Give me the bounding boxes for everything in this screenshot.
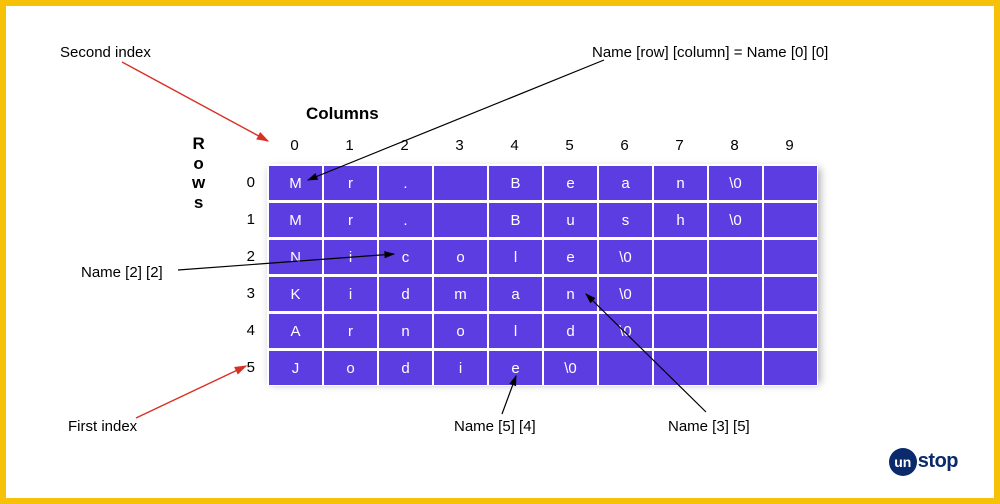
cell: a <box>597 164 652 200</box>
cell: \0 <box>707 164 762 200</box>
row-index: 2 <box>237 238 267 274</box>
cell <box>432 201 487 237</box>
cell: n <box>542 275 597 311</box>
cell: s <box>597 201 652 237</box>
column-index-row: 0123456789 <box>267 137 817 154</box>
cell: d <box>542 312 597 348</box>
col-index: 2 <box>377 137 432 154</box>
cell <box>597 349 652 385</box>
cell: \0 <box>542 349 597 385</box>
row-index: 1 <box>237 201 267 237</box>
cell: d <box>377 349 432 385</box>
rows-heading: R o w s <box>192 134 205 212</box>
row-index: 5 <box>237 349 267 385</box>
cell: B <box>487 164 542 200</box>
cell <box>652 275 707 311</box>
cell <box>762 275 817 311</box>
col-index: 8 <box>707 137 762 154</box>
row-index: 0 <box>237 164 267 200</box>
cell: N <box>267 238 322 274</box>
cell: o <box>432 238 487 274</box>
label-second-index: Second index <box>60 44 151 61</box>
cell: e <box>542 164 597 200</box>
cell: \0 <box>707 201 762 237</box>
cell: o <box>432 312 487 348</box>
diagram-canvas: Second index Name [row] [column] = Name … <box>6 6 994 498</box>
col-index: 3 <box>432 137 487 154</box>
label-name-5-4: Name [5] [4] <box>454 418 536 435</box>
table-row: 0Mr. Bean\0 <box>237 164 818 201</box>
label-name-3-5: Name [3] [5] <box>668 418 750 435</box>
cell: J <box>267 349 322 385</box>
col-index: 0 <box>267 137 322 154</box>
table-row: 5Jodie\0 <box>237 349 818 386</box>
cell: . <box>377 201 432 237</box>
cell: \0 <box>597 238 652 274</box>
cell: n <box>652 164 707 200</box>
cell: i <box>322 238 377 274</box>
cell: h <box>652 201 707 237</box>
cell: r <box>322 164 377 200</box>
logo-prefix: un <box>889 448 917 476</box>
table-row: 3Kidman\0 <box>237 275 818 312</box>
cell: l <box>487 312 542 348</box>
label-syntax: Name [row] [column] = Name [0] [0] <box>592 44 828 61</box>
col-index: 4 <box>487 137 542 154</box>
col-index: 9 <box>762 137 817 154</box>
cell <box>652 238 707 274</box>
cell: o <box>322 349 377 385</box>
cell: r <box>322 312 377 348</box>
label-first-index: First index <box>68 418 137 435</box>
cell: \0 <box>597 312 652 348</box>
cell: M <box>267 164 322 200</box>
logo-suffix: stop <box>918 450 958 473</box>
cell <box>762 312 817 348</box>
cell: m <box>432 275 487 311</box>
cell <box>762 238 817 274</box>
table-row: 4Arnold\0 <box>237 312 818 349</box>
cell <box>707 238 762 274</box>
cell <box>652 312 707 348</box>
cell <box>707 275 762 311</box>
cell: \0 <box>597 275 652 311</box>
cell: l <box>487 238 542 274</box>
cell <box>762 349 817 385</box>
cell: d <box>377 275 432 311</box>
cell: . <box>377 164 432 200</box>
cell: e <box>542 238 597 274</box>
cell: i <box>322 275 377 311</box>
col-index: 1 <box>322 137 377 154</box>
label-name-2-2: Name [2] [2] <box>81 264 163 281</box>
cell: B <box>487 201 542 237</box>
brand-logo: un stop <box>889 448 958 476</box>
col-index: 6 <box>597 137 652 154</box>
col-index: 5 <box>542 137 597 154</box>
cell: r <box>322 201 377 237</box>
cell: c <box>377 238 432 274</box>
cell: n <box>377 312 432 348</box>
grid-outer: 0Mr. Bean\01Mr. Bush\02Nicole\03Kidman\0… <box>237 164 818 386</box>
row-index: 4 <box>237 312 267 348</box>
col-index: 7 <box>652 137 707 154</box>
cell: A <box>267 312 322 348</box>
cell <box>762 164 817 200</box>
cell: K <box>267 275 322 311</box>
cell <box>707 312 762 348</box>
cell: a <box>487 275 542 311</box>
table-row: 1Mr. Bush\0 <box>237 201 818 238</box>
cell <box>762 201 817 237</box>
cell: e <box>487 349 542 385</box>
columns-heading: Columns <box>306 104 379 124</box>
row-index: 3 <box>237 275 267 311</box>
cell: u <box>542 201 597 237</box>
cell: i <box>432 349 487 385</box>
cell <box>707 349 762 385</box>
cell <box>432 164 487 200</box>
table-row: 2Nicole\0 <box>237 238 818 275</box>
cell <box>652 349 707 385</box>
cell: M <box>267 201 322 237</box>
